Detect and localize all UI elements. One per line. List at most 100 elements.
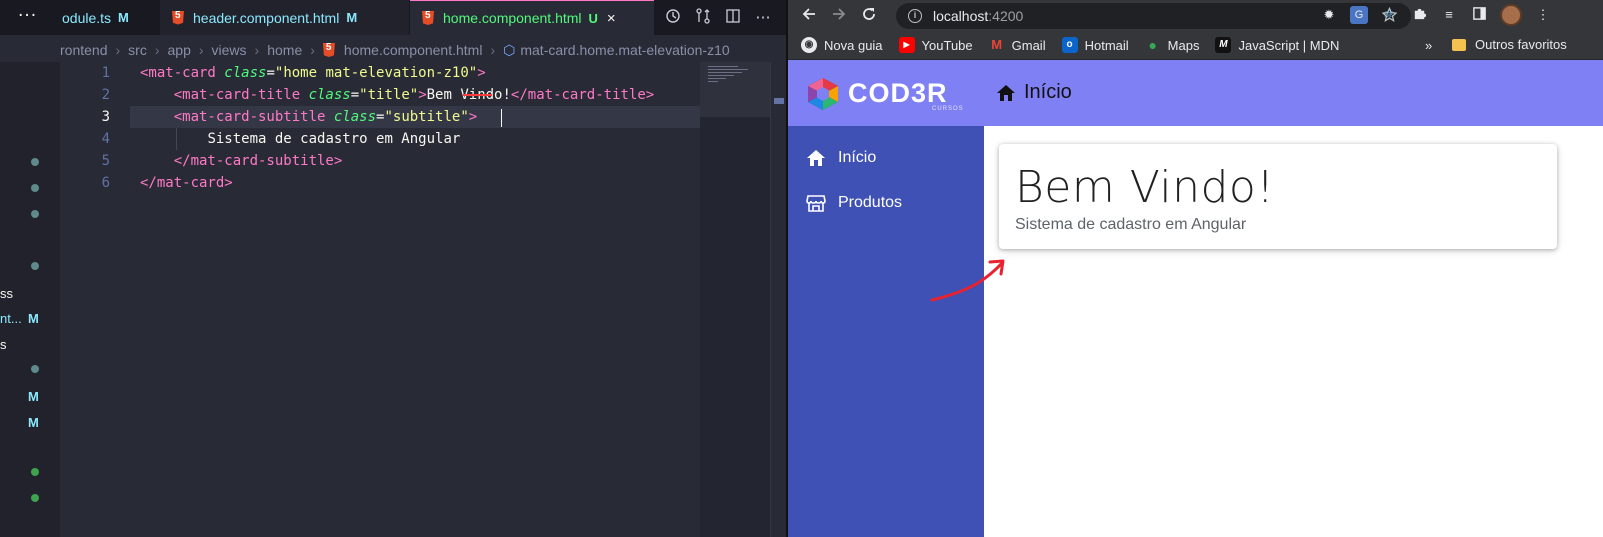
- scrollbar-thumb[interactable]: [774, 98, 784, 104]
- outlook-icon: o: [1061, 37, 1078, 53]
- back-arrow-icon[interactable]: [794, 6, 824, 26]
- split-editor-icon[interactable]: [724, 8, 742, 28]
- card-title: Bem Vindo!: [1015, 162, 1275, 213]
- minimap-viewport[interactable]: [700, 62, 770, 117]
- profile-avatar[interactable]: [1500, 4, 1522, 26]
- symbol-icon: ⬡: [503, 41, 516, 58]
- line-number: 3: [101, 109, 110, 125]
- cod3r-logo: COD3R CURSOS: [804, 76, 969, 112]
- bookmark-youtube[interactable]: ▶ YouTube: [898, 37, 973, 53]
- status-dot: [31, 262, 39, 270]
- explorer-strip: ss nt... M s M M: [0, 62, 60, 537]
- youtube-icon: ▶: [898, 37, 915, 53]
- page-title: Início: [996, 81, 1072, 104]
- tab-header-component[interactable]: header.component.html M: [160, 0, 410, 35]
- explorer-file[interactable]: s: [0, 337, 7, 352]
- media-queue-icon[interactable]: ≡: [1440, 6, 1458, 24]
- settings-extension-icon[interactable]: ✹: [1320, 6, 1338, 24]
- react-devtools-icon[interactable]: ⚛: [1380, 6, 1398, 24]
- status-dot: [31, 494, 39, 502]
- status-dot: [31, 210, 39, 218]
- nav-item-produtos[interactable]: Produtos: [806, 194, 902, 212]
- bookmark-gmail[interactable]: M Gmail: [989, 37, 1045, 53]
- text-cursor: [501, 109, 502, 127]
- code-line[interactable]: <mat-card-title class="title">Bem Vindo!…: [140, 84, 700, 106]
- code-line-active[interactable]: <mat-card-subtitle class="subtitle">: [130, 106, 700, 128]
- globe-icon: ◉: [801, 37, 817, 53]
- breadcrumb-item[interactable]: app: [168, 42, 191, 58]
- bookmark-folder-other[interactable]: Outros favoritos: [1452, 37, 1567, 52]
- app-toolbar: COD3R CURSOS Início: [788, 60, 1603, 126]
- vertical-scrollbar[interactable]: [770, 62, 786, 537]
- status-dot: [31, 468, 39, 476]
- line-number: 2: [101, 87, 110, 103]
- bookmark-hotmail[interactable]: o Hotmail: [1061, 37, 1129, 53]
- more-bookmarks-icon[interactable]: »: [1425, 38, 1432, 53]
- home-icon: [807, 150, 825, 166]
- error-squiggle: [463, 94, 492, 96]
- breadcrumb: rontend› src› app› views› home› home.com…: [60, 38, 730, 62]
- breadcrumb-item[interactable]: rontend: [60, 42, 107, 58]
- tab-home-component[interactable]: home.component.html U ×: [410, 0, 654, 35]
- more-actions-icon[interactable]: ···: [18, 6, 37, 26]
- tab-label: home.component.html: [443, 10, 582, 26]
- browser-toolbar: i localhost:4200 ✹ G ⚛ ≡ ⋮: [788, 0, 1603, 31]
- breadcrumb-item[interactable]: src: [128, 42, 147, 58]
- card-subtitle: Sistema de cadastro em Angular: [1015, 216, 1247, 233]
- explorer-file[interactable]: ss: [0, 286, 13, 301]
- code-editor[interactable]: <mat-card class="home mat-elevation-z10"…: [130, 62, 700, 194]
- modified-badge: M: [346, 10, 358, 25]
- annotation-arrow: [930, 259, 1005, 302]
- more-icon[interactable]: ···: [754, 8, 772, 27]
- breadcrumb-item[interactable]: home.component.html: [344, 42, 483, 58]
- line-number: 4: [101, 131, 110, 147]
- html5-icon: [422, 11, 434, 25]
- code-line[interactable]: <mat-card class="home mat-elevation-z10"…: [140, 62, 700, 84]
- tab-label: odule.ts: [62, 9, 112, 26]
- line-number: 5: [101, 153, 110, 169]
- reload-icon[interactable]: [854, 6, 884, 26]
- html5-icon: [172, 10, 184, 25]
- mdn-icon: M: [1215, 37, 1232, 53]
- side-panel-icon[interactable]: [1470, 6, 1488, 24]
- forward-arrow-icon[interactable]: [824, 6, 854, 26]
- status-dot: [31, 365, 39, 373]
- breadcrumb-item[interactable]: views: [212, 42, 247, 58]
- close-tab-icon[interactable]: ×: [607, 10, 616, 27]
- nav-item-inicio[interactable]: Início: [806, 149, 876, 167]
- line-number: 1: [101, 65, 110, 81]
- breadcrumb-item[interactable]: mat-card.home.mat-elevation-z10: [520, 42, 729, 58]
- sidenav: Início Produtos: [788, 126, 984, 537]
- untracked-badge: U: [588, 10, 598, 26]
- bookmark-maps[interactable]: ● Maps: [1145, 37, 1199, 53]
- bookmarks-bar: ◉ Nova guia ▶ YouTube M Gmail o Hotmail ● Map…: [788, 31, 1603, 60]
- translate-extension-icon[interactable]: G: [1350, 6, 1368, 24]
- folder-icon: [1452, 38, 1466, 51]
- editor-tab-bar: ··· odule.ts M header.component.html M h…: [0, 0, 786, 35]
- welcome-card: Bem Vindo! Sistema de cadastro em Angula…: [999, 144, 1557, 249]
- explorer-file[interactable]: nt...: [0, 311, 22, 326]
- home-icon: [997, 84, 1015, 101]
- minimap[interactable]: [700, 62, 770, 537]
- url-host: localhost: [933, 8, 989, 24]
- compare-changes-icon[interactable]: [694, 7, 712, 28]
- code-line[interactable]: Sistema de cadastro em Angular: [140, 128, 700, 150]
- code-line[interactable]: </mat-card-subtitle>: [140, 150, 700, 172]
- code-line[interactable]: </mat-card>: [140, 172, 700, 194]
- modified-badge: M: [28, 389, 39, 404]
- bookmark-nova-guia[interactable]: ◉ Nova guia: [801, 37, 883, 53]
- indent-guide: [176, 128, 177, 150]
- breadcrumb-item[interactable]: home: [267, 42, 302, 58]
- line-number: 6: [101, 175, 110, 191]
- timeline-icon[interactable]: [664, 8, 682, 28]
- status-dot: [31, 184, 39, 192]
- browser-window: i localhost:4200 ✹ G ⚛ ≡ ⋮ ◉ Nova guia …: [786, 0, 1603, 537]
- tab-label: header.component.html: [193, 9, 340, 26]
- site-info-icon[interactable]: i: [908, 9, 922, 23]
- maps-pin-icon: ●: [1148, 37, 1157, 53]
- modified-badge: M: [28, 415, 39, 430]
- bookmark-mdn[interactable]: M JavaScript | MDN: [1215, 37, 1339, 53]
- extensions-puzzle-icon[interactable]: [1410, 6, 1428, 24]
- modified-badge: M: [118, 10, 129, 25]
- browser-menu-icon[interactable]: ⋮: [1534, 6, 1552, 24]
